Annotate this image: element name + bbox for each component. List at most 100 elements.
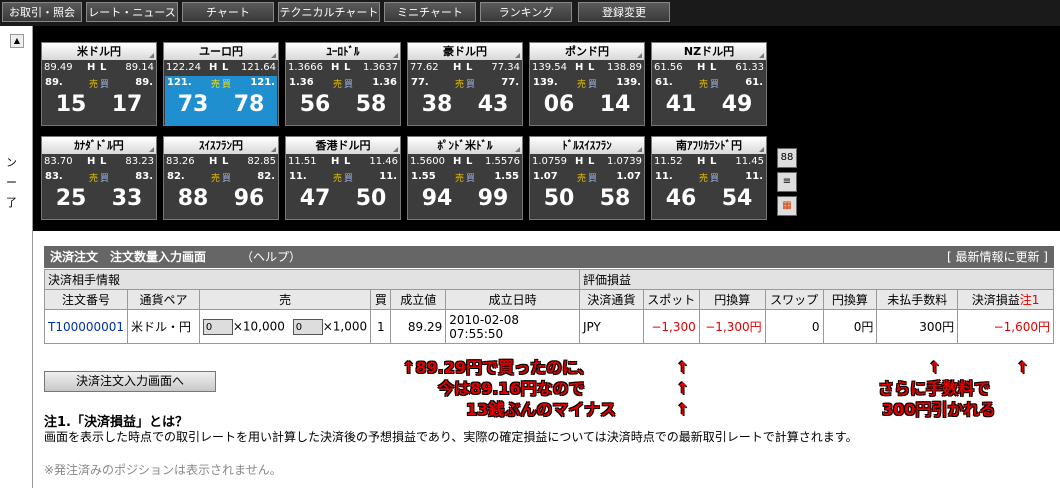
grid-view-icon[interactable]: 88: [777, 148, 797, 168]
buy-rate-button[interactable]: 1.55 買 99: [465, 170, 521, 219]
tile-currency-name: 豪ドル円: [408, 43, 522, 60]
nav-trade-inquiry[interactable]: お取引・照会: [2, 2, 82, 22]
refresh-link[interactable]: [ 最新情報に更新 ]: [947, 246, 1048, 268]
high-label: H: [575, 62, 584, 73]
high-value: 1.5600: [410, 156, 445, 167]
buy-rate-big: 14: [599, 92, 631, 117]
order-number-link[interactable]: T100000001: [43, 309, 129, 344]
rate-tile[interactable]: ﾕｰﾛﾄﾞﾙ 1.3666 H L 1.3637 1.36 売 56 1.36 買 58: [285, 42, 401, 126]
buy-rate-prefix: 89.: [135, 77, 153, 88]
col-spot: スポット: [642, 289, 700, 310]
buy-rate-button[interactable]: 83. 買 33: [99, 170, 155, 219]
low-label: L: [466, 156, 473, 167]
settlement-order-panel: 決済注文 注文数量入力画面 （ヘルプ） [ 最新情報に更新 ] 決済相手情報 評…: [43, 246, 1055, 358]
qty-10000-input[interactable]: 0: [202, 318, 233, 335]
buy-rate-prefix: 121.: [250, 77, 275, 88]
buy-rate-button[interactable]: 139. 買 14: [587, 76, 643, 125]
buy-rate-button[interactable]: 77. 買 43: [465, 76, 521, 125]
buy-rate-big: 58: [355, 92, 387, 117]
col-price: 成立値: [390, 289, 447, 310]
rate-tile[interactable]: 豪ドル円 77.62 H L 77.34 77. 売 38 77. 買 43: [407, 42, 523, 126]
col-settle-currency: 決済通貨: [578, 289, 644, 310]
tile-currency-name: 香港ドル円: [286, 137, 400, 154]
buy-rate-button[interactable]: 11. 買 54: [709, 170, 765, 219]
help-link[interactable]: （ヘルプ）: [241, 246, 301, 268]
buy-rate-button[interactable]: 61. 買 49: [709, 76, 765, 125]
sell-rate-button[interactable]: 11. 売 47: [287, 170, 343, 219]
annotation-minus: 13銭ぶんのマイナス: [466, 400, 616, 419]
rate-tile[interactable]: 米ドル円 89.49 H L 89.14 89. 売 15 89. 買 17: [41, 42, 157, 126]
rate-tile[interactable]: ﾄﾞﾙｽｲｽﾌﾗﾝ 1.0759 H L 1.0739 1.07 売 50 1.07 買 58: [529, 136, 645, 220]
nav-technical-chart[interactable]: テクニカルチャート: [278, 2, 380, 22]
sell-rate-button[interactable]: 121. 売 73: [165, 76, 221, 125]
tile-currency-name: 南ｱﾌﾘｶﾗﾝﾄﾞ円: [652, 137, 766, 154]
high-value: 139.54: [532, 62, 567, 73]
page-title: 決済注文 注文数量入力画面: [50, 250, 207, 264]
nav-registration-change[interactable]: 登録変更: [578, 2, 670, 22]
buy-rate-big: 33: [111, 186, 143, 211]
rate-tile[interactable]: ﾎﾟﾝﾄﾞ米ﾄﾞﾙ 1.5600 H L 1.5576 1.55 売 94 1.55 買 99: [407, 136, 523, 220]
low-label: L: [222, 62, 229, 73]
buy-rate-prefix: 83.: [135, 171, 153, 182]
rate-tile[interactable]: 香港ドル円 11.51 H L 11.46 11. 売 47 11. 買 50: [285, 136, 401, 220]
settlement-entry-button[interactable]: 決済注文入力画面へ: [44, 371, 216, 392]
sell-rate-big: 25: [55, 186, 87, 211]
sell-rate-button[interactable]: 83. 売 25: [43, 170, 99, 219]
low-label: L: [710, 62, 717, 73]
buy-rate-button[interactable]: 1.07 買 58: [587, 170, 643, 219]
buy-rate-prefix: 61.: [745, 77, 763, 88]
buy-rate-button[interactable]: 1.36 買 58: [343, 76, 399, 125]
sell-label: 売: [332, 80, 342, 90]
color-view-icon[interactable]: ▦: [777, 196, 797, 216]
buy-rate-prefix: 77.: [501, 77, 519, 88]
sell-rate-button[interactable]: 11. 売 46: [653, 170, 709, 219]
buy-label: 買: [710, 174, 720, 184]
low-label: L: [466, 62, 473, 73]
spot-yen-value: −1,300円: [698, 309, 766, 344]
nav-rate-news[interactable]: レート・ニュース: [86, 2, 178, 22]
col-swap: スワップ: [764, 289, 824, 310]
nav-chart[interactable]: チャート: [182, 2, 274, 22]
sell-rate-button[interactable]: 82. 売 88: [165, 170, 221, 219]
sell-rate-button[interactable]: 61. 売 41: [653, 76, 709, 125]
rate-tile[interactable]: ｶﾅﾀﾞﾄﾞﾙ円 83.70 H L 83.23 83. 売 25 83. 買 33: [41, 136, 157, 220]
buy-label: 買: [344, 80, 354, 90]
list-view-icon[interactable]: ≡: [777, 172, 797, 192]
sell-rate-button[interactable]: 89. 売 15: [43, 76, 99, 125]
sell-rate-button[interactable]: 139. 売 06: [531, 76, 587, 125]
col-settle-pl: 決済損益注1: [957, 289, 1054, 310]
nav-ranking[interactable]: ランキング: [480, 2, 572, 22]
rate-tile[interactable]: ｽｲｽﾌﾗﾝ円 83.26 H L 82.85 82. 売 88 82. 買 96: [163, 136, 279, 220]
scroll-up-button[interactable]: ▲: [10, 34, 24, 48]
sell-rate-prefix: 82.: [167, 171, 185, 182]
sell-rate-button[interactable]: 77. 売 38: [409, 76, 465, 125]
sell-rate-button[interactable]: 1.55 売 94: [409, 170, 465, 219]
buy-rate-button[interactable]: 11. 買 50: [343, 170, 399, 219]
sell-rate-button[interactable]: 1.07 売 50: [531, 170, 587, 219]
high-value: 11.51: [288, 156, 317, 167]
nav-mini-chart[interactable]: ミニチャート: [384, 2, 476, 22]
buy-rate-big: 99: [477, 186, 509, 211]
buy-rate-button[interactable]: 82. 買 96: [221, 170, 277, 219]
buy-label: 買: [344, 174, 354, 184]
qty-1000-input[interactable]: 0: [292, 318, 323, 335]
sell-rate-button[interactable]: 1.36 売 56: [287, 76, 343, 125]
rate-tile[interactable]: NZドル円 61.56 H L 61.33 61. 売 41 61. 買 49: [651, 42, 767, 126]
buy-rate-prefix: 139.: [616, 77, 641, 88]
buy-rate-prefix: 1.55: [494, 171, 519, 182]
sell-rate-prefix: 1.36: [289, 77, 314, 88]
rate-tile[interactable]: ポンド円 139.54 H L 138.89 139. 売 06 139. 買 14: [529, 42, 645, 126]
buy-label: 買: [588, 80, 598, 90]
buy-rate-button[interactable]: 89. 買 17: [99, 76, 155, 125]
low-value: 11.46: [369, 156, 398, 167]
tile-currency-name: ﾄﾞﾙｽｲｽﾌﾗﾝ: [530, 137, 644, 154]
buy-rate-button[interactable]: 121. 買 78: [221, 76, 277, 125]
sell-label: 売: [210, 80, 220, 90]
tile-currency-name: ｽｲｽﾌﾗﾝ円: [164, 137, 278, 154]
high-value: 1.0759: [532, 156, 567, 167]
col-buy: 買: [370, 289, 392, 310]
rate-tile[interactable]: ユーロ円 122.24 H L 121.64 121. 売 73 121. 買 78: [163, 42, 279, 126]
rate-tile[interactable]: 南ｱﾌﾘｶﾗﾝﾄﾞ円 11.52 H L 11.45 11. 売 46 11. 買 54: [651, 136, 767, 220]
low-label: L: [588, 62, 595, 73]
currency-pair: 米ドル・円: [127, 309, 200, 344]
